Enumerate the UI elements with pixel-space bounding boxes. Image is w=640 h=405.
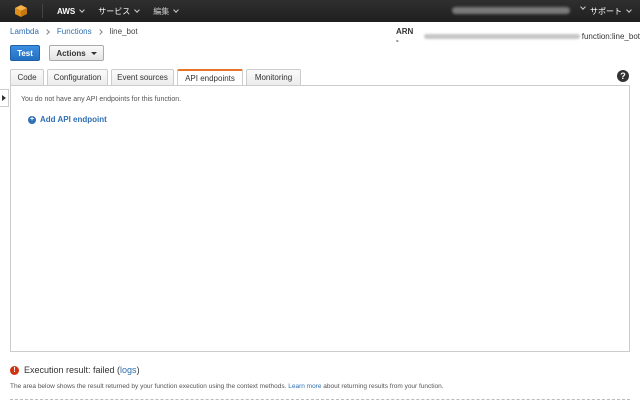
error-icon: !	[10, 365, 19, 375]
add-api-endpoint-link[interactable]: + Add API endpoint	[28, 115, 107, 124]
arn-redacted	[423, 33, 580, 39]
top-navigation-bar: AWS サービス 編集 サポート	[0, 0, 640, 22]
api-endpoints-panel	[10, 85, 630, 352]
logs-link[interactable]: logs	[120, 365, 137, 375]
chevron-down-icon	[134, 6, 141, 13]
nav-divider	[42, 4, 43, 18]
services-menu-label: サービス	[98, 6, 131, 16]
execution-result-prefix: Execution result: failed (	[24, 365, 121, 375]
execution-desc-after: about returning results from your functi…	[321, 383, 444, 390]
tab-api-endpoints[interactable]: API endpoints	[177, 69, 243, 86]
chevron-right-icon	[96, 28, 103, 35]
breadcrumb-current: line_bot	[109, 27, 138, 36]
result-divider	[10, 399, 630, 400]
breadcrumb-functions[interactable]: Functions	[57, 27, 92, 36]
sidebar-toggle[interactable]	[0, 89, 9, 107]
edit-menu-label: 編集	[153, 6, 170, 16]
tab-monitoring[interactable]: Monitoring	[246, 69, 301, 85]
tab-event-sources[interactable]: Event sources	[111, 69, 174, 85]
triangle-right-icon	[2, 95, 6, 101]
services-menu[interactable]: サービス	[98, 6, 141, 17]
actions-button-label: Actions	[56, 48, 86, 58]
test-button[interactable]: Test	[10, 45, 40, 61]
actions-button[interactable]: Actions	[49, 45, 104, 61]
aws-menu[interactable]: AWS	[57, 6, 86, 16]
account-name-redacted[interactable]	[452, 7, 570, 14]
support-menu[interactable]: サポート	[590, 6, 632, 17]
aws-logo-icon[interactable]	[14, 4, 28, 18]
add-api-endpoint-label: Add API endpoint	[40, 115, 107, 124]
execution-result: ! Execution result: failed ( logs )	[10, 365, 140, 375]
execution-description: The area below shows the result returned…	[10, 383, 444, 390]
edit-menu[interactable]: 編集	[153, 6, 180, 17]
arn-label: ARN -	[396, 27, 414, 45]
chevron-down-icon	[173, 6, 180, 13]
empty-endpoints-message: You do not have any API endpoints for th…	[21, 96, 182, 103]
execution-result-suffix: )	[136, 365, 140, 375]
learn-more-link[interactable]: Learn more	[288, 383, 321, 390]
chevron-down-icon	[79, 6, 86, 13]
aws-menu-label: AWS	[57, 6, 76, 16]
chevron-down-icon	[626, 7, 632, 13]
help-icon[interactable]: ?	[617, 70, 629, 82]
plus-circle-icon: +	[28, 115, 36, 124]
breadcrumb-lambda[interactable]: Lambda	[10, 27, 39, 36]
support-menu-label: サポート	[590, 7, 622, 16]
function-arn: ARN - function:line_bot	[396, 27, 640, 45]
function-tabs: Code Configuration Event sources API end…	[10, 69, 304, 86]
arn-suffix: function:line_bot	[581, 31, 640, 41]
chevron-right-icon	[44, 28, 50, 35]
caret-down-icon	[90, 51, 97, 55]
execution-desc-before: The area below shows the result returned…	[10, 383, 289, 390]
tab-code[interactable]: Code	[10, 69, 44, 85]
chevron-down-icon	[580, 4, 586, 10]
tab-configuration[interactable]: Configuration	[47, 69, 108, 85]
breadcrumb: Lambda Functions line_bot	[10, 27, 138, 36]
